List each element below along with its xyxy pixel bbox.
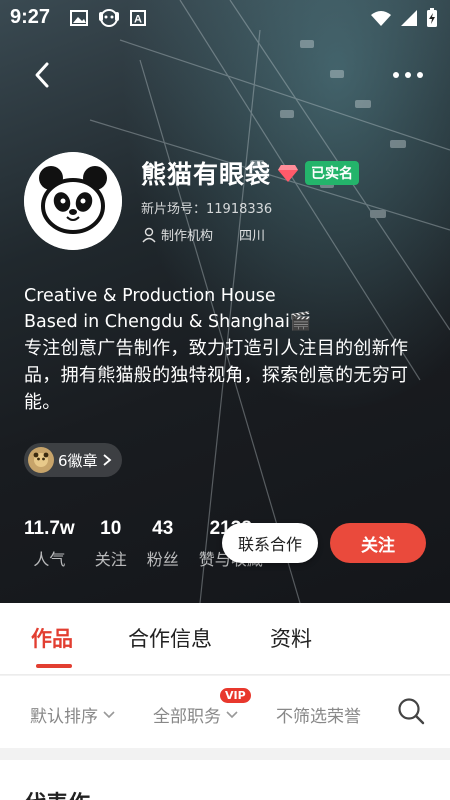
stat-label: 关注 (94, 550, 127, 569)
search-icon[interactable] (396, 696, 426, 726)
cellular-signal-icon (401, 10, 417, 26)
status-time: 9:27 (10, 6, 51, 28)
bio-en-line-1: Creative & Production House (24, 286, 276, 306)
section-title: 代表作 (24, 786, 90, 800)
avatar[interactable] (24, 152, 122, 250)
chevron-right-icon (102, 454, 111, 466)
stat-fans[interactable]: 43 粉丝 (147, 518, 179, 570)
medal-icon (28, 447, 54, 473)
stat-label: 粉丝 (146, 550, 179, 569)
tab-profile-info[interactable]: 资料 (270, 623, 312, 653)
chevron-down-icon (226, 710, 238, 718)
svg-text:A: A (134, 14, 142, 26)
vip-tag: VIP (220, 688, 251, 703)
image-notification-icon (70, 10, 88, 26)
wifi-icon (371, 11, 391, 26)
badges-button[interactable]: 6徽章 (24, 443, 122, 477)
person-icon (142, 227, 156, 242)
representative-works-section: 代表作 (0, 760, 450, 800)
profile-role: 制作机构 (161, 229, 214, 244)
bio-zh: 专注创意广告制作，致力打造引人注目的创新作品，拥有熊猫般的独特视角，探索创意的无… (24, 338, 409, 413)
tab-cooperation-info[interactable]: 合作信息 (128, 623, 212, 653)
badges-label: 6徽章 (58, 451, 98, 470)
sort-dropdown[interactable]: 默认排序 (30, 702, 116, 727)
sort-label: 默认排序 (30, 707, 98, 727)
film-id: 新片场号：11918336 (141, 202, 273, 217)
bio-en-line-2: Based in Chengdu & Shanghai🎬 (24, 312, 312, 332)
status-bar: 9:27 A (0, 0, 450, 36)
role-dropdown[interactable]: 全部职务 (153, 702, 239, 727)
stat-following[interactable]: 10 关注 (95, 518, 127, 570)
profile-bio: Creative & Production House Based in Che… (24, 283, 434, 416)
chevron-down-icon (103, 710, 115, 718)
stat-label: 人气 (33, 550, 66, 569)
profile-name: 熊猫有眼袋 (141, 160, 272, 189)
more-options-icon[interactable] (390, 60, 426, 90)
profile-meta-row: 制作机构 四川 (141, 225, 265, 244)
role-label: 全部职务 (153, 707, 221, 727)
stat-value: 43 (152, 518, 174, 539)
honor-filter[interactable]: 不筛选荣誉 (276, 702, 361, 727)
stat-popularity[interactable]: 11.7w 人气 (24, 518, 75, 570)
stat-value: 11.7w (24, 518, 75, 539)
dog-notification-icon (99, 9, 119, 27)
stat-value: 10 (100, 518, 122, 539)
tab-works[interactable]: 作品 (31, 623, 73, 653)
font-notification-icon: A (130, 10, 146, 26)
contact-cooperation-button[interactable]: 联系合作 (222, 523, 318, 563)
filter-bar: 默认排序 全部职务 不筛选荣誉 (0, 676, 450, 748)
profile-region: 四川 (239, 229, 266, 244)
panda-avatar-icon (24, 152, 122, 250)
verified-badge: 已实名 (305, 161, 360, 185)
profile-name-row: 熊猫有眼袋 已实名 (141, 155, 360, 191)
diamond-icon (278, 165, 299, 182)
active-tab-indicator (36, 664, 72, 668)
follow-button[interactable]: 关注 (330, 523, 426, 563)
battery-charging-icon (427, 8, 437, 27)
back-arrow-icon[interactable] (28, 58, 58, 92)
